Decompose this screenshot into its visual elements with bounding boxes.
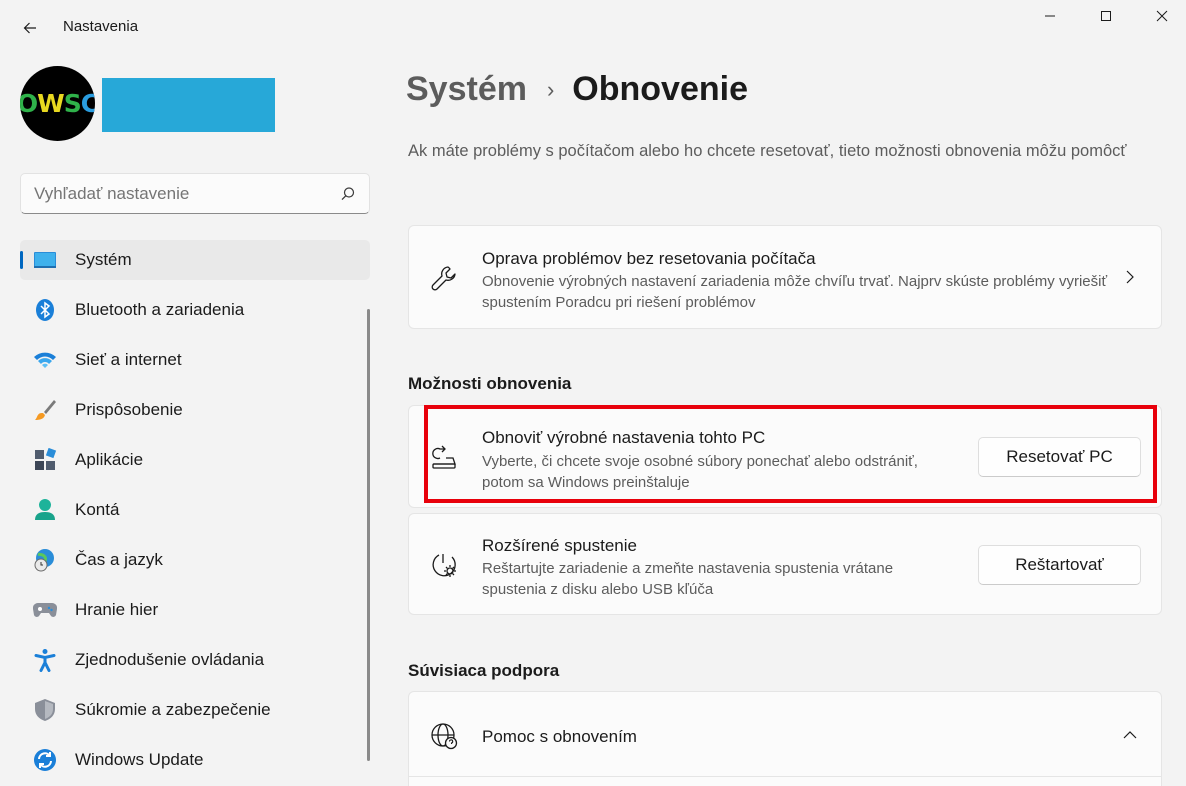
close-button[interactable] (1134, 0, 1186, 32)
search-icon[interactable] (340, 186, 356, 202)
sidebar-item-network[interactable]: Sieť a internet (20, 340, 370, 380)
advanced-startup-title: Rozšírené spustenie (482, 536, 637, 555)
sidebar-item-personalization[interactable]: Prispôsobenie (20, 390, 370, 430)
troubleshoot-desc: Obnovenie výrobných nastavení zariadenia… (482, 273, 1108, 311)
advanced-startup-icon (430, 551, 458, 579)
breadcrumb: Systém › Obnovenie (406, 70, 748, 109)
maximize-icon (1101, 11, 1111, 21)
sidebar-item-bluetooth[interactable]: Bluetooth a zariadenia (20, 290, 370, 330)
sidebar-nav: Systém Bluetooth a zariadenia Sieť a int… (20, 240, 370, 786)
close-icon (1156, 10, 1168, 22)
shield-icon (33, 698, 57, 722)
avatar-logo: OWSC (20, 89, 95, 118)
sidebar-item-label: Windows Update (75, 750, 204, 769)
sidebar-item-windows-update[interactable]: Windows Update (20, 740, 370, 780)
search-box[interactable] (20, 173, 370, 214)
globe-help-icon (430, 722, 458, 750)
advanced-startup-card: Rozšírené spustenie Reštartujte zariaden… (408, 513, 1162, 615)
sidebar-scrollbar[interactable] (367, 309, 370, 761)
title-bar: Nastavenia (0, 0, 1186, 56)
chevron-up-icon[interactable] (1123, 728, 1137, 742)
section-recovery-options: Možnosti obnovenia (408, 374, 572, 393)
breadcrumb-parent[interactable]: Systém (406, 70, 527, 109)
troubleshoot-card[interactable]: Oprava problémov bez resetovania počítač… (408, 225, 1162, 329)
sidebar-item-label: Systém (75, 250, 132, 269)
bluetooth-icon (33, 298, 57, 322)
time-language-icon (33, 548, 57, 572)
minimize-button[interactable] (1022, 0, 1078, 32)
app-title: Nastavenia (63, 18, 139, 35)
restart-button[interactable]: Reštartovať (978, 545, 1141, 585)
sidebar-item-system[interactable]: Systém (20, 240, 370, 280)
recovery-help-card[interactable]: Pomoc s obnovením (408, 691, 1162, 786)
user-name-redacted (102, 78, 275, 132)
sidebar-item-label: Hranie hier (75, 600, 159, 619)
divider (409, 776, 1161, 777)
sidebar-item-label: Bluetooth a zariadenia (75, 300, 245, 319)
sidebar-item-accessibility[interactable]: Zjednodušenie ovládania (20, 640, 370, 680)
accessibility-icon (33, 648, 57, 672)
sidebar-item-label: Aplikácie (75, 450, 144, 469)
brush-icon (33, 398, 57, 422)
sidebar-item-label: Zjednodušenie ovládania (75, 650, 265, 669)
search-input[interactable] (34, 184, 324, 204)
sidebar-item-privacy[interactable]: Súkromie a zabezpečenie (20, 690, 370, 730)
sidebar-item-label: Prispôsobenie (75, 400, 183, 419)
maximize-button[interactable] (1078, 0, 1134, 32)
wifi-icon (33, 348, 57, 372)
sidebar-item-time-language[interactable]: Čas a jazyk (20, 540, 370, 580)
wrench-icon (430, 264, 458, 292)
arrow-left-icon (23, 22, 36, 34)
breadcrumb-separator: › (546, 76, 555, 102)
sidebar-item-label: Sieť a internet (75, 350, 182, 369)
minimize-icon (1045, 15, 1055, 17)
section-related-support: Súvisiaca podpora (408, 661, 560, 680)
highlight-box (424, 405, 1157, 503)
back-button[interactable] (14, 12, 46, 44)
system-icon (33, 248, 57, 272)
update-icon (33, 748, 57, 772)
page-intro: Ak máte problémy s počítačom alebo ho ch… (408, 142, 1127, 160)
page-title: Obnovenie (572, 70, 748, 108)
sidebar-item-apps[interactable]: Aplikácie (20, 440, 370, 480)
sidebar-item-gaming[interactable]: Hranie hier (20, 590, 370, 630)
sidebar-item-label: Čas a jazyk (75, 550, 163, 569)
troubleshoot-title: Oprava problémov bez resetovania počítač… (482, 249, 816, 268)
advanced-startup-desc: Reštartujte zariadenie a zmeňte nastaven… (482, 560, 894, 598)
sidebar-item-accounts[interactable]: Kontá (20, 490, 370, 530)
gamepad-icon (33, 598, 57, 622)
recovery-help-title: Pomoc s obnovením (482, 727, 637, 746)
apps-icon (33, 448, 57, 472)
sidebar-item-label: Súkromie a zabezpečenie (75, 700, 271, 719)
avatar[interactable]: OWSC (20, 66, 95, 141)
sidebar-item-label: Kontá (75, 500, 120, 519)
chevron-right-icon (1126, 270, 1134, 284)
account-icon (33, 498, 57, 522)
